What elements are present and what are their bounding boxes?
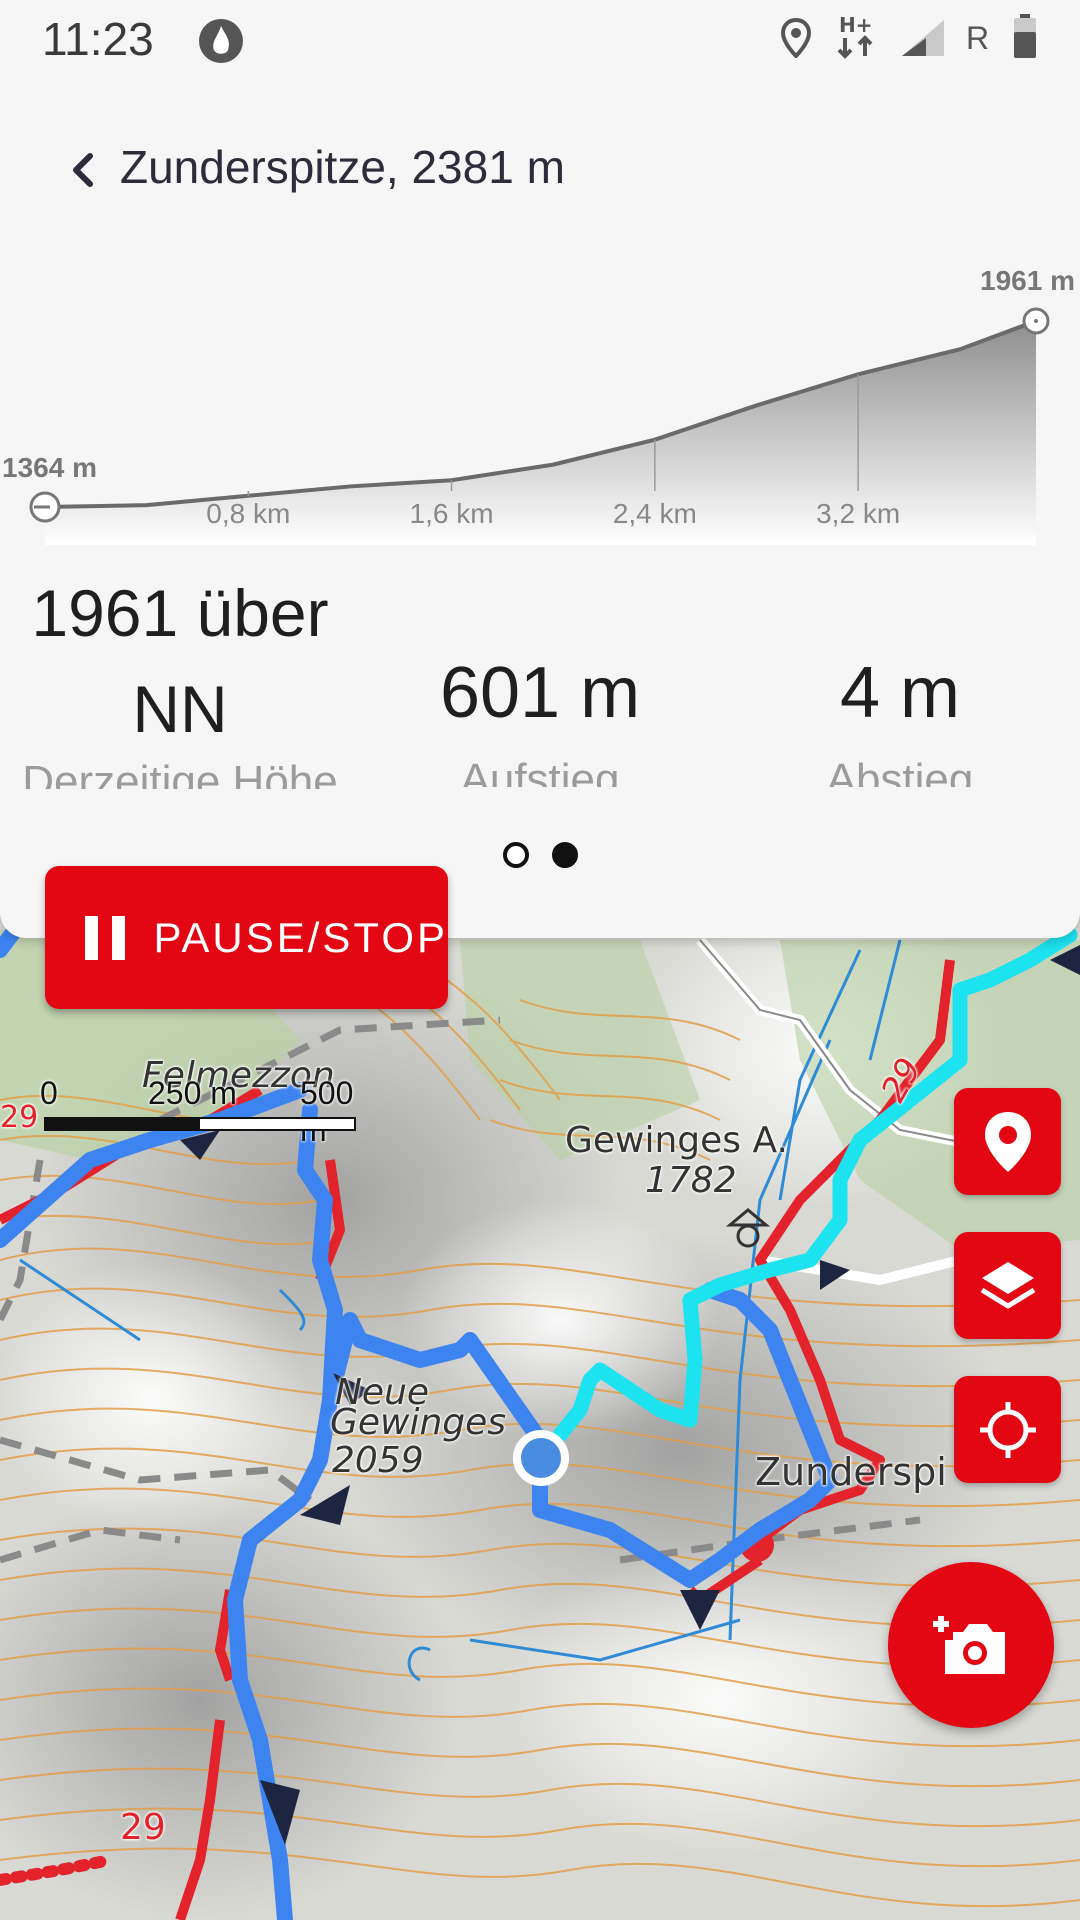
pause-stop-label: PAUSE/STOP [153, 913, 448, 961]
header: Zunderspitze, 2381 m [0, 130, 1080, 210]
elevation-tick-label: 3,2 km [816, 498, 900, 529]
elevation-tick-label: 2,4 km [613, 498, 697, 529]
map-label-gewinges-a-altitude: 1782 [645, 1160, 737, 1201]
elevation-min-label: 1364 m [2, 452, 97, 483]
stat-ascent: 601 m Aufstieg [390, 645, 690, 787]
locate-me-button[interactable] [954, 1376, 1061, 1483]
map-label-gewinges: Gewinges [330, 1402, 507, 1443]
hplus-data-icon: H+ [835, 12, 879, 65]
map-label-gewinges-altitude: 2059 [332, 1440, 424, 1481]
signal-icon [900, 18, 946, 63]
elevation-max-label: 1961 m [980, 265, 1075, 296]
page-title: Zunderspitze, 2381 m [120, 141, 565, 193]
page-indicator-dot-2[interactable] [552, 842, 578, 868]
stat-current-altitude-label: Derzeitige Höhe [22, 757, 338, 789]
stat-current-altitude-value: 1961 über NN [31, 576, 329, 746]
elevation-tick-label: 0,8 km [206, 498, 290, 529]
layers-icon [980, 1261, 1035, 1308]
stat-descent: 4 m Abstieg [750, 645, 1050, 787]
current-position-marker [513, 1430, 569, 1486]
page-indicator-dot-1[interactable] [503, 842, 529, 868]
app-notification-icon [198, 18, 244, 69]
back-button[interactable] [60, 140, 110, 200]
app-screen: Felmezzon Gewinges A. 1782 Neue Gewinges… [0, 0, 1080, 1920]
location-pin-icon [780, 17, 812, 63]
pause-icon [85, 915, 125, 960]
elevation-chart-svg: 0,8 km 1,6 km 2,4 km 3,2 km 1961 m 1364 m [2, 265, 1075, 545]
map-label-gewinges-a: Gewinges A. [565, 1120, 788, 1161]
stat-ascent-label: Aufstieg [460, 755, 620, 787]
map-label-zunderspitze: Zunderspi [755, 1450, 947, 1494]
scale-label-zero: 0 [40, 1075, 58, 1111]
stat-current-altitude: 1961 über NN Derzeitige Höhe [10, 565, 350, 789]
crosshair-icon [979, 1401, 1036, 1458]
add-photo-button[interactable] [888, 1562, 1054, 1728]
waypoint-button[interactable] [954, 1088, 1061, 1195]
scale-bar-line [44, 1117, 356, 1131]
scale-label-mid: 250 m [148, 1075, 237, 1111]
chevron-left-icon [73, 153, 93, 187]
elevation-tick-label: 1,6 km [410, 498, 494, 529]
svg-text:H+: H+ [839, 13, 873, 37]
pause-stop-button[interactable]: PAUSE/STOP [45, 866, 448, 1009]
status-time: 11:23 [42, 13, 154, 65]
tracking-panel: 11:23 H+ R Zunderspitze, 2381 m 0,8 km 1… [0, 0, 1080, 938]
scale-label-end: 500 m [300, 1075, 354, 1148]
add-photo-icon [933, 1616, 1005, 1674]
elevation-profile-chart: 0,8 km 1,6 km 2,4 km 3,2 km 1961 m 1364 m [0, 255, 1080, 545]
stat-ascent-value: 601 m [439, 653, 641, 733]
stat-descent-value: 4 m [839, 653, 961, 733]
map-layers-button[interactable] [954, 1232, 1061, 1339]
trail-number-29: 29 [120, 1807, 166, 1848]
location-pin-icon [984, 1111, 1031, 1172]
trail-number-29: 29 [0, 1100, 39, 1135]
stat-descent-label: Abstieg [826, 755, 974, 787]
status-bar: 11:23 H+ R [0, 0, 1080, 80]
battery-icon [1012, 14, 1038, 63]
map-scale-bar: 0 250 m 500 m [40, 1075, 360, 1148]
network-type-label: R [966, 20, 990, 56]
